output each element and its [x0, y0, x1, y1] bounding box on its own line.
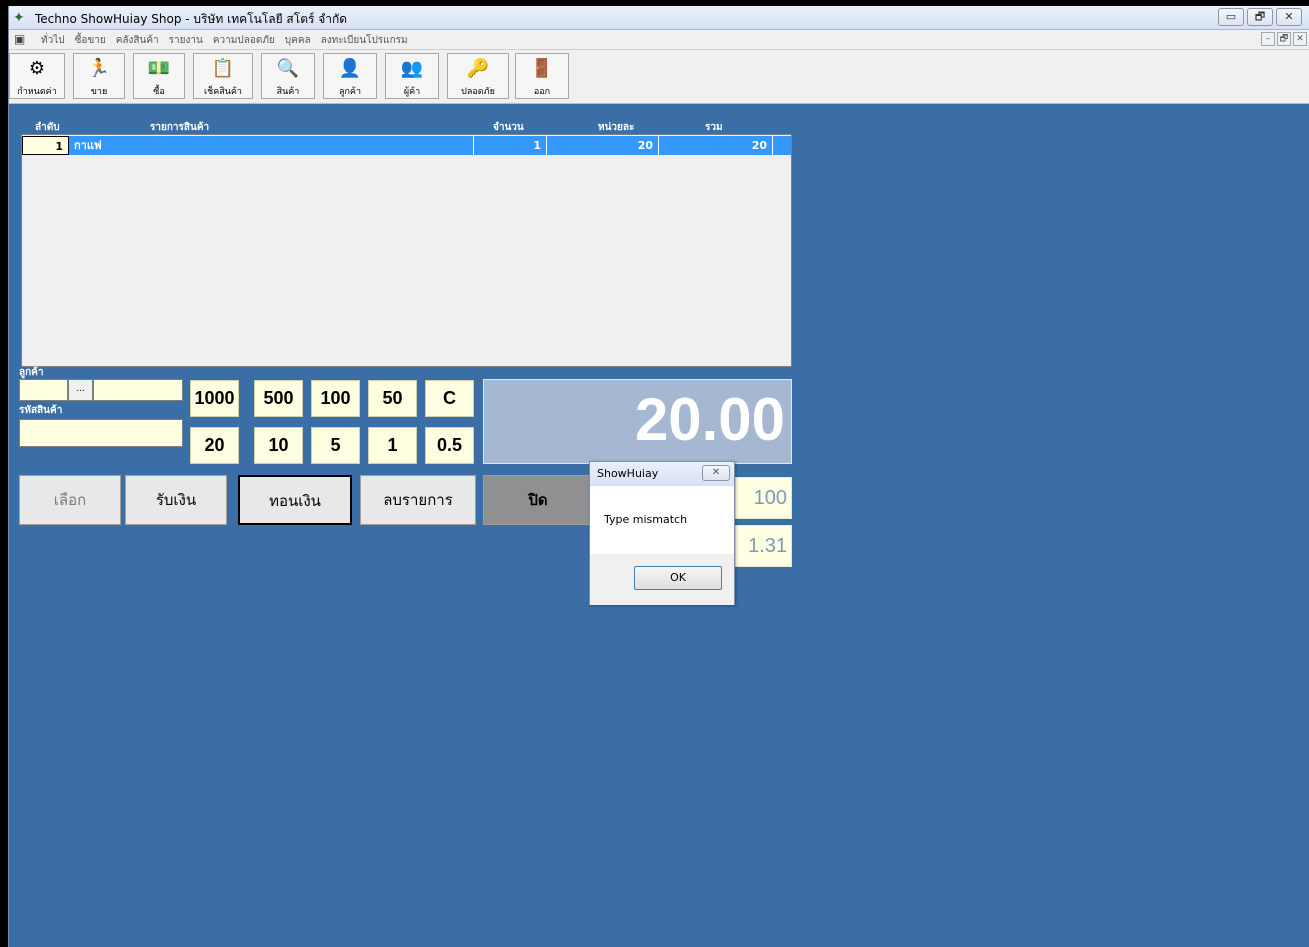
menu-bar: ▣ ทั่วไป ซื้อขาย คลังสินค้า รายงาน ความป… — [9, 30, 1309, 50]
dialog-close-button[interactable]: ✕ — [702, 465, 730, 481]
toolbar-label: เช็คสินค้า — [204, 87, 242, 97]
cash-0-5-button[interactable]: 0.5 — [425, 427, 474, 464]
cash-10-button[interactable]: 10 — [254, 427, 303, 464]
cash-5-button[interactable]: 5 — [311, 427, 360, 464]
cell-no[interactable]: 1 — [22, 136, 69, 155]
close-bill-button[interactable]: ปิด — [483, 475, 593, 525]
received-amount: 100 — [735, 477, 792, 519]
toolbar-security-button[interactable]: 🔑 ปลอดภัย — [447, 53, 509, 99]
toolbar-label: ขาย — [90, 87, 108, 97]
header-qty: จำนวน — [493, 122, 524, 133]
cell-item[interactable]: กาแฟ — [69, 136, 474, 155]
customer-label: ลูกค้า — [19, 367, 44, 378]
app-icon: ✦ — [13, 10, 25, 26]
customer-code-input[interactable] — [19, 379, 68, 401]
cash-1000-button[interactable]: 1000 — [190, 380, 239, 417]
window-controls: ▭ 🗗 ✕ — [1218, 8, 1302, 26]
customer-name-input[interactable] — [93, 379, 183, 401]
mdi-close-button[interactable]: ✕ — [1293, 32, 1307, 46]
cell-qty[interactable]: 1 — [474, 136, 547, 155]
dialog-footer: OK — [590, 554, 734, 605]
menu-report[interactable]: รายงาน — [169, 33, 203, 48]
cash-1-button[interactable]: 1 — [368, 427, 417, 464]
money-icon: 💵 — [147, 58, 171, 79]
total-display: 20.00 — [483, 379, 792, 464]
toolbar-label: ลูกค้า — [338, 87, 362, 97]
keys-icon: 🔑 — [466, 58, 490, 79]
settings-icon: ⚙ — [28, 58, 46, 79]
cash-100-button[interactable]: 100 — [311, 380, 360, 417]
toolbar-sell-button[interactable]: 🏃 ขาย — [73, 53, 125, 99]
toolbar-label: กำหนดค่า — [17, 87, 57, 97]
cash-500-button[interactable]: 500 — [254, 380, 303, 417]
close-button[interactable]: ✕ — [1276, 8, 1302, 26]
minimize-button[interactable]: ▭ — [1218, 8, 1244, 26]
toolbar-supplier-button[interactable]: 👥 ผู้ค้า — [385, 53, 439, 99]
dialog-title: ShowHuiay — [597, 467, 659, 480]
product-code-label: รหัสสินค้า — [19, 405, 63, 416]
mdi-minimize-button[interactable]: – — [1261, 32, 1275, 46]
toolbar-product-button[interactable]: 🔍 สินค้า — [261, 53, 315, 99]
header-total: รวม — [705, 122, 723, 133]
customer-browse-button[interactable]: ... — [68, 379, 93, 401]
mdi-controls: – 🗗 ✕ — [1261, 32, 1307, 46]
toolbar-buy-button[interactable]: 💵 ซื้อ — [133, 53, 185, 99]
dialog-title-bar: ShowHuiay ✕ — [590, 462, 734, 486]
toolbar-exit-button[interactable]: 🚪 ออก — [515, 53, 569, 99]
window-title: Techno ShowHuiay Shop - บริษัท เทคโนโลยี… — [35, 12, 348, 26]
toolbar: ⚙ กำหนดค่า 🏃 ขาย 💵 ซื้อ 📋 เช็คสินค้า 🔍 ส… — [9, 50, 1309, 104]
product-code-input[interactable] — [19, 419, 183, 447]
toolbar-label: ปลอดภัย — [461, 87, 495, 97]
exit-door-icon: 🚪 — [530, 58, 554, 79]
toolbar-settings-button[interactable]: ⚙ กำหนดค่า — [9, 53, 65, 99]
header-unit: หน่วยละ — [598, 122, 635, 133]
magnifier-icon: 🔍 — [276, 58, 300, 79]
total-amount: 20.00 — [634, 386, 785, 453]
checklist-icon: 📋 — [211, 58, 235, 79]
supplier-icon: 👥 — [400, 58, 424, 79]
menu-register[interactable]: ลงทะเบียนโปรแกรม — [321, 33, 408, 48]
menu-security[interactable]: ความปลอดภัย — [213, 33, 275, 48]
give-change-button[interactable]: ทอนเงิน — [238, 475, 352, 525]
menu-trade[interactable]: ซื้อขาย — [75, 33, 106, 48]
toolbar-label: ผู้ค้า — [403, 87, 421, 97]
change-amount: 1.31 — [735, 525, 792, 567]
runner-icon: 🏃 — [87, 58, 111, 79]
toolbar-check-stock-button[interactable]: 📋 เช็คสินค้า — [193, 53, 253, 99]
dialog-message: Type mismatch — [604, 513, 688, 526]
customer-icon: 👤 — [338, 58, 362, 79]
menu-people[interactable]: บุคคล — [285, 33, 311, 48]
ok-button[interactable]: OK — [634, 566, 722, 590]
toolbar-label: ซื้อ — [153, 87, 165, 97]
cell-unit-price[interactable]: 20 — [547, 136, 659, 155]
table-row[interactable]: 1 กาแฟ 1 20 20 — [22, 136, 791, 155]
toolbar-label: ออก — [533, 87, 551, 97]
toolbar-customer-button[interactable]: 👤 ลูกค้า — [323, 53, 377, 99]
main-window: ✦ Techno ShowHuiay Shop - บริษัท เทคโนโล… — [8, 6, 1309, 947]
cash-20-button[interactable]: 20 — [190, 427, 239, 464]
message-dialog: ShowHuiay ✕ Type mismatch OK — [589, 461, 735, 605]
menu-general[interactable]: ทั่วไป — [41, 33, 65, 48]
restore-button[interactable]: 🗗 — [1247, 8, 1273, 26]
title-bar: ✦ Techno ShowHuiay Shop - บริษัท เทคโนโล… — [9, 6, 1309, 30]
menu-inventory[interactable]: คลังสินค้า — [116, 33, 159, 48]
toolbar-label: สินค้า — [276, 87, 300, 97]
cash-50-button[interactable]: 50 — [368, 380, 417, 417]
header-item: รายการสินค้า — [150, 122, 210, 133]
header-no: ลำดับ — [35, 122, 60, 133]
mdi-restore-button[interactable]: 🗗 — [1277, 32, 1291, 46]
receive-money-button[interactable]: รับเงิน — [125, 475, 227, 525]
document-icon[interactable]: ▣ — [14, 32, 25, 46]
cell-total[interactable]: 20 — [659, 136, 773, 155]
grid-header: ลำดับ รายการสินค้า จำนวน หน่วยละ รวม — [21, 119, 791, 135]
select-button[interactable]: เลือก — [19, 475, 121, 525]
clear-button[interactable]: C — [425, 380, 474, 417]
delete-item-button[interactable]: ลบรายการ — [360, 475, 476, 525]
sales-grid[interactable]: 1 กาแฟ 1 20 20 — [21, 134, 792, 367]
